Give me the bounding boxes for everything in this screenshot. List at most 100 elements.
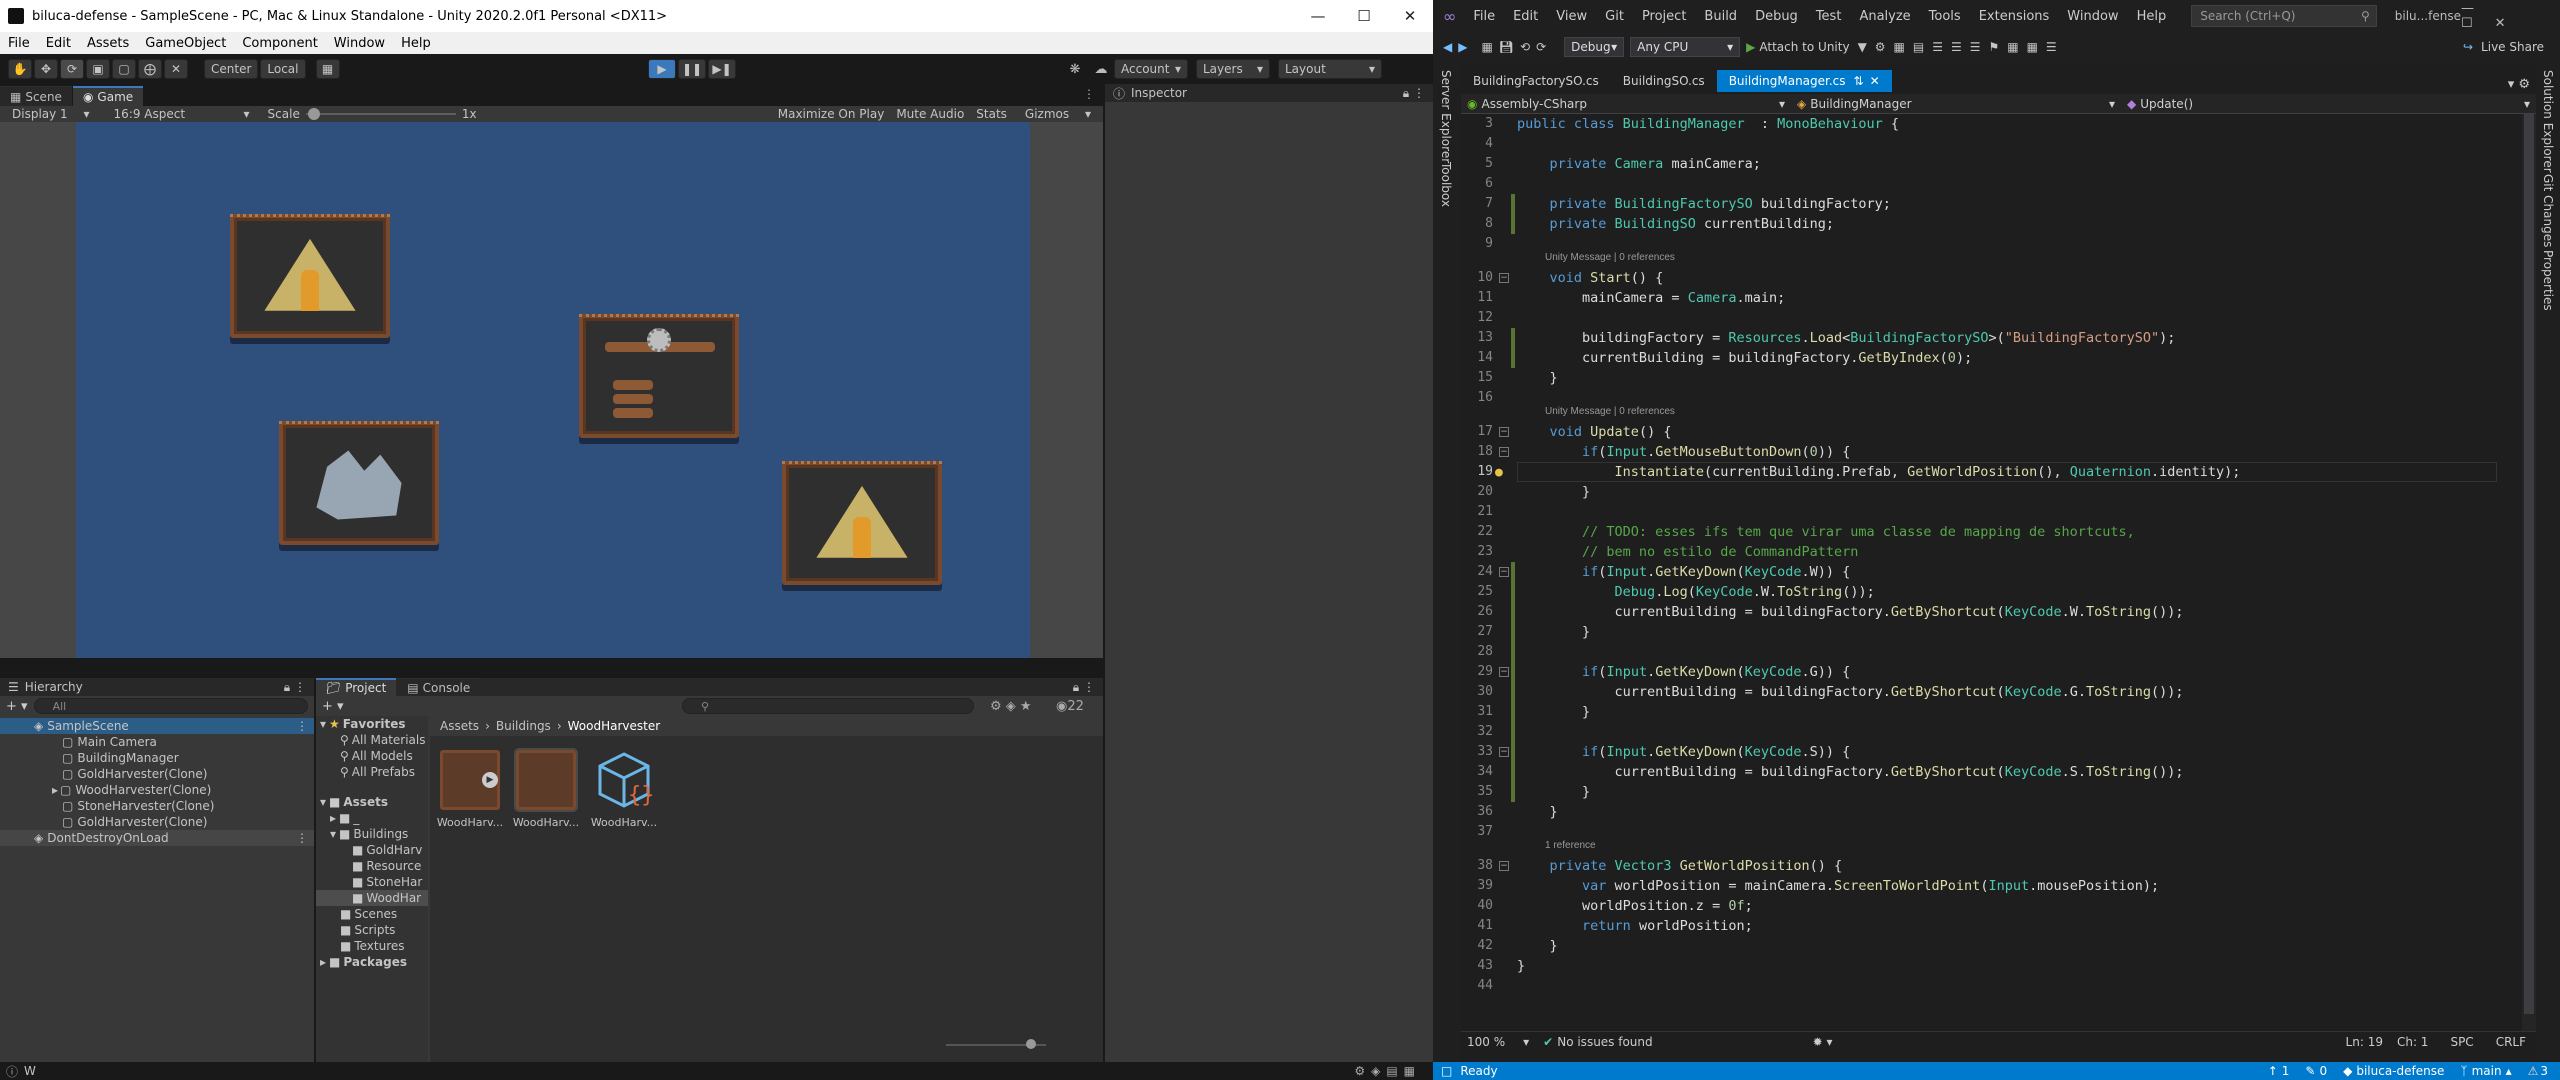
menu-view[interactable]: View — [1547, 9, 1596, 24]
debug-tool-icons[interactable]: ▼⚙︎▦▤☰☰☰⚑▦▦☰ — [1858, 40, 2065, 54]
folder-node[interactable]: ▾ ■ Buildings — [316, 826, 428, 842]
step-button[interactable]: ▶❚ — [708, 59, 736, 79]
lock-icon[interactable]: 🔒︎ ⋮ — [1073, 680, 1095, 695]
rect-tool-icon[interactable]: ▢ — [112, 59, 136, 79]
maximize-icon[interactable]: ☐ — [1341, 0, 1387, 32]
menu-assets[interactable]: Assets — [79, 36, 137, 51]
code-line[interactable]: } — [1517, 482, 1590, 502]
class-nav-dropdown[interactable]: ◈ BuildingManager ▾ — [1791, 97, 2121, 111]
menu-tools[interactable]: Tools — [1920, 9, 1970, 24]
menu-debug[interactable]: Debug — [1746, 9, 1807, 24]
fold-toggle-icon[interactable]: − — [1499, 747, 1509, 757]
code-line[interactable]: } — [1517, 702, 1590, 722]
folder-node[interactable]: ■ Textures — [316, 938, 428, 954]
pivot-center-button[interactable]: Center — [204, 59, 259, 79]
lock-icon[interactable]: 🔒︎ ⋮ — [1403, 86, 1425, 101]
code-line[interactable]: // bem no estilo de CommandPattern — [1517, 542, 1858, 562]
close-icon[interactable]: ✕ — [1870, 74, 1880, 88]
platform-dropdown[interactable]: Any CPU ▾ — [1630, 37, 1741, 57]
code-line[interactable]: currentBuilding = buildingFactory.GetByS… — [1517, 682, 2184, 702]
menu-git[interactable]: Git — [1596, 9, 1633, 24]
more-options-icon[interactable]: ⋮ — [296, 719, 308, 733]
menu-window[interactable]: Window — [2058, 9, 2127, 24]
code-line[interactable]: // TODO: esses ifs tem que virar uma cla… — [1517, 522, 2135, 542]
issues-status[interactable]: No issues found — [1557, 1035, 1652, 1049]
fold-toggle-icon[interactable]: − — [1499, 567, 1509, 577]
menu-gameobject[interactable]: GameObject — [137, 36, 234, 51]
nav-back-forward-icon[interactable]: ◀▶ — [1443, 40, 1473, 54]
rotate-tool-icon[interactable]: ⟳ — [60, 59, 84, 79]
code-lines[interactable]: public class BuildingManager : MonoBehav… — [1495, 114, 2512, 1031]
fold-toggle-icon[interactable]: − — [1499, 427, 1509, 437]
favorite-item[interactable]: ⚲ All Materials — [316, 732, 428, 748]
layout-dropdown[interactable]: Layout ▾ — [1278, 59, 1382, 79]
favorites-node[interactable]: ▾ ★ Favorites — [316, 716, 428, 732]
menu-file[interactable]: File — [1464, 9, 1504, 24]
zoom-level[interactable]: 100 % — [1467, 1035, 1505, 1049]
code-line[interactable]: if(Input.GetKeyDown(KeyCode.S)) { — [1517, 742, 1850, 762]
code-line[interactable]: if(Input.GetKeyDown(KeyCode.G)) { — [1517, 662, 1850, 682]
hierarchy-item[interactable]: ▸ ▢ WoodHarvester(Clone) — [0, 782, 314, 798]
file-actions-icons[interactable]: ▦💾︎⟲⟳ — [1481, 40, 1552, 54]
tab-buildingmanager[interactable]: BuildingManager.cs ⇅ ✕ — [1716, 70, 1892, 92]
assets-node[interactable]: ▾ ■ Assets — [316, 794, 428, 810]
toolbox-tab[interactable]: Toolbox — [1439, 162, 1453, 207]
code-editor[interactable]: 3 4 5 6 7 8 9 10−11 12 13 14 15 16 17−18−19 20 21 22 23 24… — [1461, 114, 2536, 1031]
breadcrumb-item[interactable]: Buildings — [496, 719, 551, 733]
aspect-dropdown[interactable]: 16:9 Aspect ▾ — [102, 107, 262, 121]
lightbulb-icon[interactable]: ● — [1495, 465, 1503, 480]
code-line[interactable]: currentBuilding = buildingFactory.GetByS… — [1517, 602, 2184, 622]
solution-explorer-tab[interactable]: Solution Explorer — [2541, 70, 2555, 173]
display-dropdown[interactable]: Display 1 ▾ — [0, 107, 102, 121]
filter-icon[interactable]: ⚙︎ ◈ ★ — [990, 699, 1032, 714]
notification-count[interactable]: 3 — [2540, 1064, 2548, 1078]
custom-tool-icon[interactable]: ✕ — [164, 59, 188, 79]
menu-extensions[interactable]: Extensions — [1970, 9, 2059, 24]
hierarchy-item[interactable]: ▢ StoneHarvester(Clone) — [0, 798, 314, 814]
transform-tool-icon[interactable]: ⨁ — [138, 59, 162, 79]
start-icon[interactable]: ▶ — [1746, 40, 1755, 54]
more-options-icon[interactable]: ⋮ — [1083, 87, 1095, 101]
code-line[interactable]: } — [1517, 802, 1558, 822]
code-line[interactable]: private Camera mainCamera; — [1517, 154, 1761, 174]
commits-ahead[interactable]: 1 — [2282, 1064, 2290, 1078]
live-share-icon[interactable]: ↪ — [2463, 40, 2473, 54]
minimize-icon[interactable]: — — [1295, 0, 1341, 32]
play-button[interactable]: ▶ — [648, 59, 676, 79]
tab-overflow-icon[interactable]: ▾ ⚙︎ — [2508, 77, 2530, 92]
sprite-thumbnail[interactable] — [514, 748, 578, 812]
code-line[interactable]: worldPosition.z = 0f; — [1517, 896, 1753, 916]
pin-icon[interactable]: ⇅ — [1854, 74, 1864, 88]
script-asset-icon[interactable]: {} — [594, 750, 655, 810]
code-line[interactable]: var worldPosition = mainCamera.ScreenToW… — [1517, 876, 2159, 896]
tab-console[interactable]: ▤ Console — [397, 678, 481, 696]
play-icon[interactable]: ▶ — [482, 772, 498, 788]
status-icons[interactable]: ⚙︎◈▤▦ — [1354, 1064, 1421, 1078]
menu-component[interactable]: Component — [234, 36, 325, 51]
favorite-item[interactable]: ⚲ All Models — [316, 748, 428, 764]
slider-handle[interactable] — [1026, 1039, 1036, 1049]
code-line[interactable]: } — [1517, 956, 1525, 976]
expand-arrow-icon[interactable]: ▸ — [52, 783, 58, 797]
folder-node[interactable]: ■ Scripts — [316, 922, 428, 938]
menu-edit[interactable]: Edit — [1504, 9, 1547, 24]
maximize-on-play-toggle[interactable]: Maximize On Play — [772, 107, 891, 121]
git-changes-tab[interactable]: Git Changes — [2541, 174, 2555, 247]
window-controls[interactable]: —☐✕ — [2461, 1, 2560, 31]
folder-node[interactable]: ■ Scenes — [316, 906, 428, 922]
folder-node[interactable]: ■ StoneHar — [316, 874, 428, 890]
folder-node-selected[interactable]: ■ WoodHar — [316, 890, 428, 906]
menu-window[interactable]: Window — [326, 36, 393, 51]
line-ending-indicator[interactable]: CRLF — [2496, 1035, 2526, 1049]
codelens-references[interactable]: 1 reference — [1545, 840, 1596, 851]
gizmos-dropdown[interactable]: Gizmos ▾ — [1013, 107, 1103, 121]
menu-edit[interactable]: Edit — [38, 36, 79, 51]
attach-to-unity-button[interactable]: Attach to Unity — [1759, 40, 1849, 54]
col-indicator[interactable]: Ch: 1 — [2397, 1035, 2428, 1049]
project-nav-dropdown[interactable]: ◉ Assembly-CSharp ▾ — [1461, 97, 1791, 111]
move-tool-icon[interactable]: ✥ — [34, 59, 58, 79]
menu-project[interactable]: Project — [1633, 9, 1695, 24]
layers-dropdown[interactable]: Layers ▾ — [1196, 59, 1270, 79]
code-cleanup-icon[interactable]: ✹ ▾ — [1813, 1035, 1833, 1049]
folder-node[interactable]: ■ Resource — [316, 858, 428, 874]
